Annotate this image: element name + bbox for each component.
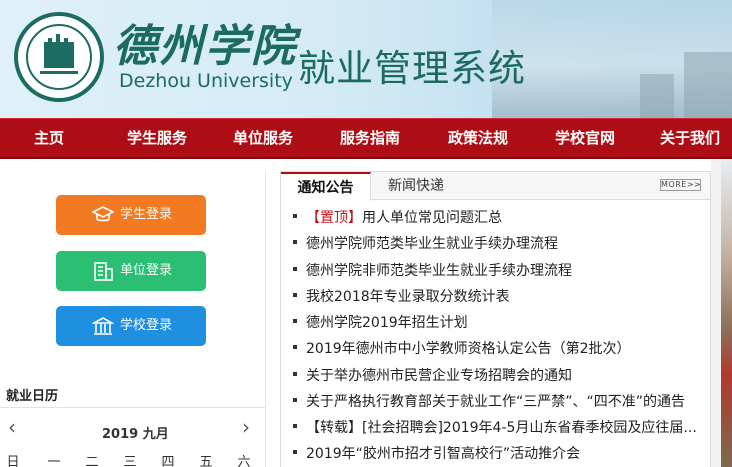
weekday-sun: 日 <box>6 455 20 467</box>
campus-building <box>684 52 732 118</box>
bullet-icon <box>293 267 297 271</box>
weekday-mon: 一 <box>47 455 61 467</box>
login-sidebar: 学生登录 单位登录 学校登录 就业日历 ‹ 2019 九月 › 日 一 二 三 … <box>0 171 266 467</box>
university-name-en: Dezhou University <box>119 70 293 92</box>
building-icon <box>94 262 113 281</box>
school-icon <box>92 317 114 335</box>
bullet-icon <box>293 240 297 244</box>
calendar-month: 2019 九月 <box>102 427 169 442</box>
notice-title: 我校2018年专业录取分数统计表 <box>306 289 510 305</box>
university-name-cn: 德州学院 <box>113 21 297 72</box>
nav-policies[interactable]: 政策法规 <box>448 119 508 158</box>
notice-item[interactable]: 关于严格执行教育部关于就业工作“三严禁”、“四不准”的通告 <box>293 392 685 412</box>
notice-title: 德州学院师范类毕业生就业手续办理流程 <box>306 236 558 252</box>
notice-title: 德州学院非师范类毕业生就业手续办理流程 <box>306 263 572 279</box>
weekday-sat: 六 <box>237 455 251 467</box>
notice-item[interactable]: 2019年“胶州市招才引智高校行”活动推介会 <box>293 444 580 464</box>
student-login-label: 学生登录 <box>120 207 173 222</box>
content-divider <box>711 159 721 467</box>
company-login-label: 单位登录 <box>120 263 173 278</box>
notice-item[interactable]: 德州学院非师范类毕业生就业手续办理流程 <box>293 261 572 281</box>
notice-title: 关于举办德州市民营企业专场招聘会的通知 <box>306 368 572 384</box>
side-photo-strip <box>721 159 732 467</box>
header-banner: 德州学院 Dezhou University 就业管理系统 <box>0 0 732 118</box>
campus-building <box>640 74 674 118</box>
more-button[interactable]: MORE>> <box>660 179 701 191</box>
logo-emblem-icon <box>40 34 78 74</box>
nav-about-us[interactable]: 关于我们 <box>660 119 720 158</box>
weekday-tue: 二 <box>85 455 99 467</box>
bullet-icon <box>293 450 297 454</box>
pinned-tag: 【置顶】 <box>306 210 362 226</box>
calendar-next-button[interactable]: › <box>242 415 250 439</box>
nav-service-guide[interactable]: 服务指南 <box>340 119 400 158</box>
calendar-prev-button[interactable]: ‹ <box>8 415 16 439</box>
bullet-icon <box>293 424 297 428</box>
tab-news[interactable]: 新闻快递 <box>388 172 444 200</box>
weekday-thu: 四 <box>161 455 175 467</box>
bullet-icon <box>293 398 297 402</box>
weekday-wed: 三 <box>123 455 137 467</box>
nav-home[interactable]: 主页 <box>34 119 64 158</box>
notice-title: 德州学院2019年招生计划 <box>306 315 468 331</box>
notices-tabbar: 通知公告 新闻快递 MORE>> <box>281 172 710 201</box>
student-login-button[interactable]: 学生登录 <box>56 195 206 235</box>
nav-school-website[interactable]: 学校官网 <box>555 119 615 158</box>
bullet-icon <box>293 319 297 323</box>
bullet-icon <box>293 293 297 297</box>
school-login-button[interactable]: 学校登录 <box>56 306 206 346</box>
notice-item[interactable]: 【置顶】用人单位常见问题汇总 <box>293 208 502 228</box>
nav-employer-services[interactable]: 单位服务 <box>233 119 293 158</box>
notices-panel: 通知公告 新闻快递 MORE>> 【置顶】用人单位常见问题汇总 德州学院师范类毕… <box>280 171 711 467</box>
notice-title: 2019年德州市中小学教师资格认定公告（第2批次） <box>306 341 631 357</box>
university-logo[interactable] <box>14 12 104 102</box>
notice-title: 【转载】[社会招聘会]2019年4-5月山东省春季校园及应往届... <box>306 420 697 436</box>
calendar-divider <box>0 407 266 408</box>
tab-announcements[interactable]: 通知公告 <box>281 172 371 201</box>
bullet-icon <box>293 345 297 349</box>
notice-title: 用人单位常见问题汇总 <box>362 210 502 226</box>
calendar-title: 就业日历 <box>6 389 59 404</box>
company-login-button[interactable]: 单位登录 <box>56 251 206 291</box>
graduation-cap-icon <box>92 206 114 222</box>
bullet-icon <box>293 214 297 218</box>
bullet-icon <box>293 372 297 376</box>
nav-student-services[interactable]: 学生服务 <box>127 119 187 158</box>
notice-title: 关于严格执行教育部关于就业工作“三严禁”、“四不准”的通告 <box>306 394 686 410</box>
weekday-fri: 五 <box>199 455 213 467</box>
notice-item[interactable]: 我校2018年专业录取分数统计表 <box>293 287 510 307</box>
main-nav: 主页 学生服务 单位服务 服务指南 政策法规 学校官网 关于我们 <box>0 118 732 159</box>
school-login-label: 学校登录 <box>120 318 173 333</box>
notice-item[interactable]: 关于举办德州市民营企业专场招聘会的通知 <box>293 366 572 386</box>
notice-title: 2019年“胶州市招才引智高校行”活动推介会 <box>306 446 581 462</box>
notice-item[interactable]: 德州学院2019年招生计划 <box>293 313 468 333</box>
notice-item[interactable]: 德州学院师范类毕业生就业手续办理流程 <box>293 234 558 254</box>
system-title: 就业管理系统 <box>298 47 526 90</box>
notice-item[interactable]: 2019年德州市中小学教师资格认定公告（第2批次） <box>293 339 631 359</box>
notice-item[interactable]: 【转载】[社会招聘会]2019年4-5月山东省春季校园及应往届... <box>293 418 697 438</box>
